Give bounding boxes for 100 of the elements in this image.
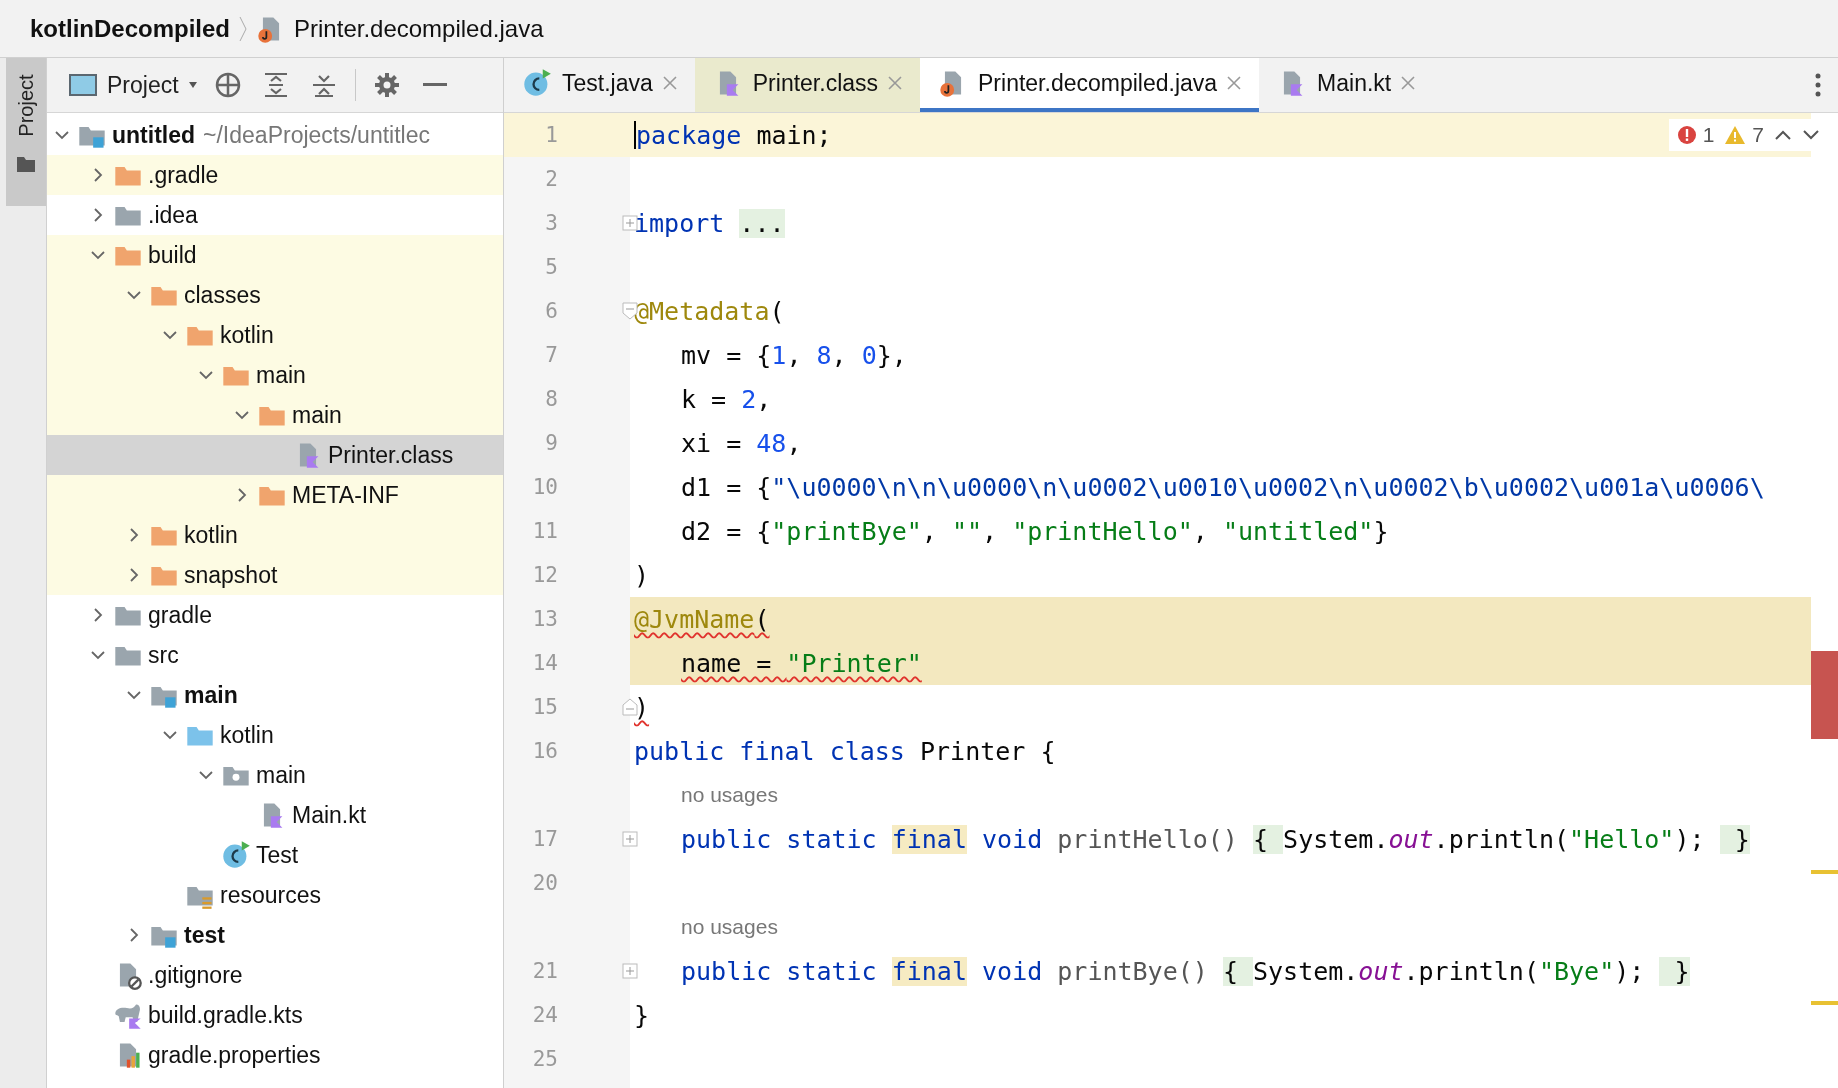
chevron-down-icon[interactable] [1802, 129, 1820, 141]
project-tool-tab[interactable]: Project [6, 58, 46, 206]
item-label: src [148, 641, 179, 669]
line-number: 3 [544, 211, 558, 235]
chevron-right-icon[interactable] [91, 208, 105, 222]
code-line: ) [634, 560, 650, 590]
code-line: @Metadata( [634, 296, 785, 326]
chevron-right-icon[interactable] [235, 488, 249, 502]
item-label: classes [184, 281, 261, 309]
chevron-down-icon[interactable] [55, 128, 69, 142]
tree-item[interactable]: kotlin [47, 315, 503, 355]
tree-item[interactable]: classes [47, 275, 503, 315]
editor-tab[interactable]: Printer.class [694, 58, 921, 112]
item-label: .gradle [148, 161, 219, 189]
class-icon [221, 840, 251, 870]
tree-item[interactable]: META-INF [47, 475, 503, 515]
item-label: .idea [148, 201, 198, 229]
line-number: 16 [531, 739, 558, 763]
item-label: .gitignore [148, 961, 243, 989]
editor-tab[interactable]: Test.java [504, 58, 695, 112]
class-icon [522, 68, 552, 98]
chevron-down-icon[interactable] [163, 728, 177, 742]
code-line: k = 2, [680, 384, 772, 414]
code-line: name = "Printer" [680, 648, 922, 678]
warning-marker[interactable] [1811, 870, 1838, 874]
item-label: main [184, 681, 238, 709]
close-icon[interactable] [1227, 76, 1242, 90]
editor-tab[interactable]: Main.kt [1259, 58, 1434, 112]
project-breadcrumb[interactable]: kotlinDecompiled [30, 14, 231, 43]
tree-item[interactable]: build [47, 235, 503, 275]
tree-item[interactable]: main [47, 355, 503, 395]
chevron-down-icon[interactable] [91, 648, 105, 662]
tree-item[interactable]: .gradle [47, 155, 503, 195]
settings-icon [373, 72, 400, 98]
close-icon[interactable] [1401, 76, 1416, 90]
path-hint: ~/IdeaProjects/untitlec [203, 121, 430, 149]
collapse-icon [310, 72, 337, 98]
code-line: public static final void printHello() { System.out.println("Hello"); } [680, 824, 1750, 854]
chevron-right-icon[interactable] [91, 608, 105, 622]
chevron-down-icon[interactable] [199, 368, 213, 382]
item-label: Printer.class [328, 441, 454, 469]
line-number: 20 [531, 871, 558, 895]
chevron-down-icon[interactable] [163, 328, 177, 342]
item-label: Test [256, 841, 299, 869]
line-number: 10 [531, 475, 558, 499]
line-number: 1 [544, 123, 558, 147]
line-number: 8 [544, 387, 558, 411]
tree-item[interactable]: main [47, 395, 503, 435]
line-number: 12 [531, 563, 558, 587]
code-line: public final class Printer { [634, 736, 1056, 766]
usage-hint[interactable]: no usages [634, 783, 778, 807]
project-view-dropdown[interactable]: Project [69, 71, 197, 99]
chevron-right-icon[interactable] [127, 568, 141, 582]
item-label: kotlin [220, 721, 274, 749]
file-breadcrumb[interactable]: Printer.decompiled.java [294, 14, 544, 43]
line-number: 5 [544, 255, 558, 279]
line-number: 9 [544, 431, 558, 455]
line-number: 11 [531, 519, 558, 543]
tree-item[interactable]: Printer.class [47, 435, 503, 475]
code-line: @JvmName( [634, 604, 770, 634]
error-marker[interactable] [1811, 651, 1838, 739]
chevron-right-icon[interactable] [127, 928, 141, 942]
item-label: untitled [112, 121, 196, 149]
folder-icon [16, 155, 36, 173]
tree-item[interactable]: kotlin [47, 515, 503, 555]
chevron-down-icon[interactable] [235, 408, 249, 422]
code-line: d1 = {"\u0000\n\n\u0000\n\u0002\u0010\u0002\n\u0002\b\u0002\u001a\u0006\ [680, 472, 1765, 502]
warning-marker[interactable] [1811, 1001, 1838, 1005]
chevron-down-icon[interactable] [127, 288, 141, 302]
item-label: build [148, 241, 197, 269]
code-line: public static final void printBye() { System.out.println("Bye"); } [680, 956, 1690, 986]
code-line: d2 = {"printBye", "", "printHello", "untitled"} [680, 516, 1389, 546]
text-caret [634, 121, 636, 149]
item-label: META-INF [292, 481, 399, 509]
line-number: 6 [544, 299, 558, 323]
close-icon[interactable] [662, 76, 677, 90]
item-label: main [256, 761, 306, 789]
item-label: kotlin [184, 521, 238, 549]
line-number: 25 [531, 1047, 558, 1071]
line-number: 21 [531, 959, 558, 983]
editor-tab[interactable]: Printer.decompiled.java [920, 58, 1260, 112]
chevron-down-icon[interactable] [91, 248, 105, 262]
item-label: build.gradle.kts [148, 1001, 303, 1029]
line-number: 14 [531, 651, 558, 675]
chevron-right-icon[interactable] [91, 168, 105, 182]
code-line: } [634, 1000, 650, 1030]
chevron-down-icon[interactable] [127, 688, 141, 702]
chevron-up-icon[interactable] [1774, 129, 1792, 141]
error-count: 1 [1702, 123, 1715, 147]
window-icon [69, 73, 97, 97]
warning-count: 7 [1752, 123, 1764, 147]
item-label: resources [220, 881, 321, 909]
usage-hint[interactable]: no usages [634, 915, 778, 939]
tree-item[interactable]: snapshot [47, 555, 503, 595]
item-label: test [184, 921, 225, 949]
item-label: main [256, 361, 306, 389]
chevron-down-icon[interactable] [199, 768, 213, 782]
chevron-right-icon[interactable] [127, 528, 141, 542]
code-line: import ... [634, 208, 785, 238]
line-number: 2 [544, 167, 558, 191]
